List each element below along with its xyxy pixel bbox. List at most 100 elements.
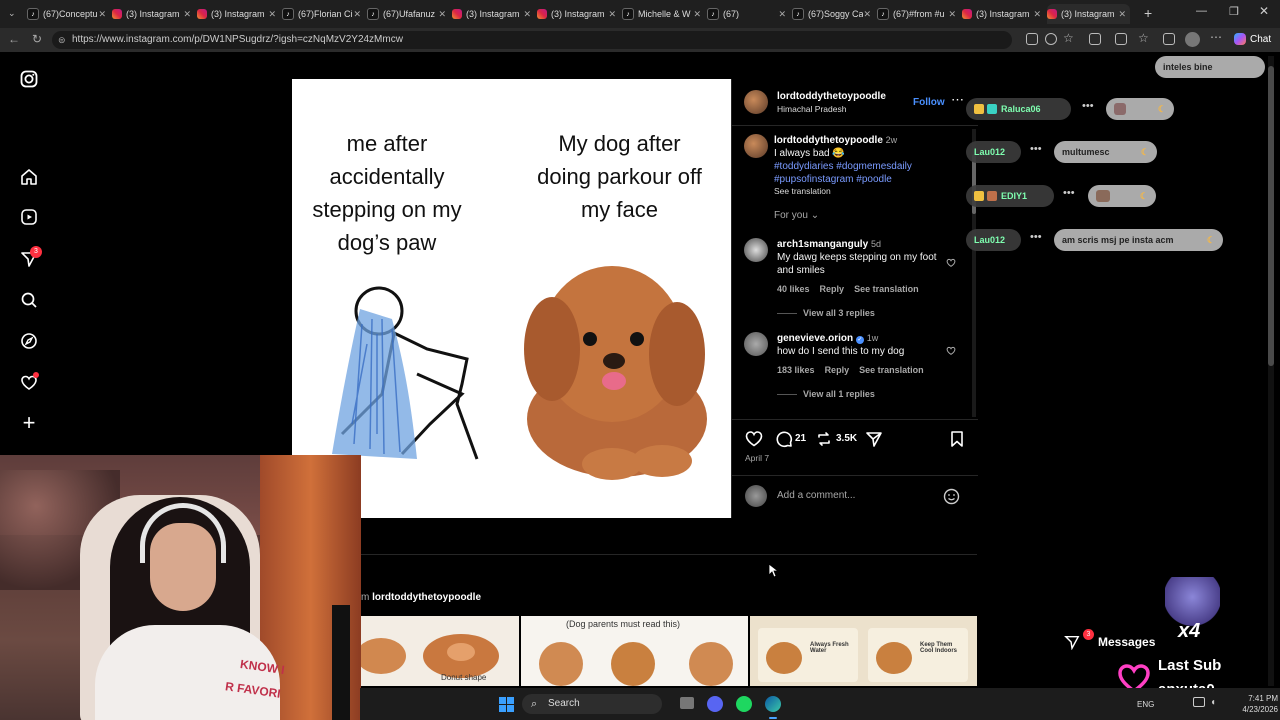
browser-tab[interactable]: ♪ (67) ✕ bbox=[707, 4, 790, 24]
repost-icon[interactable] bbox=[815, 430, 833, 448]
caption-hashtags[interactable]: #toddydiaries #dogmemesdaily #pupsofinst… bbox=[774, 160, 954, 186]
comment-like-heart-icon[interactable] bbox=[946, 346, 956, 356]
commenter-avatar[interactable] bbox=[744, 332, 768, 356]
close-tab-icon[interactable]: ✕ bbox=[948, 9, 960, 20]
profile-avatar[interactable] bbox=[1185, 32, 1200, 47]
language-indicator[interactable]: ENG bbox=[1137, 700, 1154, 709]
close-tab-icon[interactable]: ✕ bbox=[1118, 9, 1130, 20]
taskbar-search[interactable]: ⌕ Search bbox=[522, 694, 662, 714]
instagram-logo-icon[interactable] bbox=[19, 69, 39, 89]
close-tab-icon[interactable]: ✕ bbox=[863, 9, 875, 20]
browser-tab[interactable]: (3) Instagram ✕ bbox=[197, 4, 280, 24]
new-tab-button[interactable]: + bbox=[1144, 5, 1152, 21]
copilot-chat-button[interactable]: Chat bbox=[1234, 33, 1271, 45]
reels-icon[interactable] bbox=[19, 207, 39, 227]
comment-see-translation[interactable]: See translation bbox=[854, 284, 919, 294]
like-heart-icon[interactable] bbox=[745, 430, 763, 448]
browser-tab[interactable]: ♪ (67)Ufafanuz ✕ bbox=[367, 4, 450, 24]
zoom-icon[interactable] bbox=[1045, 33, 1057, 45]
clock-date[interactable]: 4/23/2026 bbox=[1224, 705, 1278, 714]
page-scrollbar-thumb[interactable] bbox=[1268, 66, 1274, 366]
comment-username[interactable]: arch1smanganguly bbox=[777, 239, 868, 250]
related-post-thumbnail[interactable]: (Dog parents must read this) bbox=[521, 616, 748, 686]
post-options-icon[interactable]: ⋯ bbox=[951, 92, 964, 108]
author-location[interactable]: Himachal Pradesh bbox=[777, 104, 846, 114]
browser-tab[interactable]: (3) Instagram ✕ bbox=[112, 4, 195, 24]
split-screen-icon[interactable] bbox=[1115, 33, 1127, 45]
volume-icon[interactable]: ◖ bbox=[1210, 697, 1216, 708]
reload-button[interactable]: ↻ bbox=[29, 32, 45, 46]
emoji-smile-icon[interactable] bbox=[943, 488, 960, 505]
close-tab-icon[interactable]: ✕ bbox=[693, 9, 705, 20]
comment-like-heart-icon[interactable] bbox=[946, 258, 956, 268]
comment-reply[interactable]: Reply bbox=[825, 365, 850, 375]
direct-messages-icon[interactable]: 3 bbox=[19, 246, 42, 269]
windows-start-icon[interactable] bbox=[499, 697, 514, 712]
view-replies[interactable]: View all 3 replies bbox=[777, 308, 875, 318]
related-post-thumbnail[interactable]: Donut shape bbox=[361, 616, 519, 686]
browser-tab[interactable]: (3) Instagram ✕ bbox=[537, 4, 620, 24]
discord-icon[interactable] bbox=[707, 696, 723, 712]
browser-tab[interactable]: ♪ (67)Florian Ci ✕ bbox=[282, 4, 365, 24]
view-replies[interactable]: View all 1 replies bbox=[777, 389, 875, 399]
comments-scrollbar[interactable] bbox=[972, 129, 976, 417]
more-posts-author[interactable]: lordtoddythetoypoodle bbox=[372, 592, 481, 603]
notifications-heart-icon[interactable] bbox=[19, 372, 39, 393]
save-bookmark-icon[interactable] bbox=[949, 430, 965, 448]
close-tab-icon[interactable]: ✕ bbox=[353, 9, 365, 20]
add-comment-input[interactable]: Add a comment... bbox=[777, 490, 855, 501]
comment-likes[interactable]: 40 likes bbox=[777, 284, 810, 294]
app-available-icon[interactable] bbox=[1026, 33, 1038, 45]
page-scrollbar[interactable] bbox=[1268, 56, 1274, 686]
site-info-icon[interactable]: ⊜ bbox=[58, 31, 66, 49]
browser-tab[interactable]: ♪ (67)Conceptu ✕ bbox=[27, 4, 110, 24]
explore-icon[interactable] bbox=[19, 331, 39, 351]
post-image[interactable]: me after accidentally stepping on my dog… bbox=[292, 79, 731, 518]
close-tab-icon[interactable]: ✕ bbox=[523, 9, 535, 20]
browser-tab[interactable]: (3) Instagram ✕ bbox=[452, 4, 535, 24]
close-tab-icon[interactable]: ✕ bbox=[608, 9, 620, 20]
file-explorer-icon[interactable] bbox=[680, 697, 694, 709]
close-tab-icon[interactable]: ✕ bbox=[268, 9, 280, 20]
browser-tab[interactable]: ♪ (67)Soggy Ca ✕ bbox=[792, 4, 875, 24]
browser-tab[interactable]: ♪ (67)#from #u ✕ bbox=[877, 4, 960, 24]
share-send-icon[interactable] bbox=[865, 430, 883, 448]
favorites-icon[interactable]: ☆ bbox=[1138, 31, 1149, 45]
author-username[interactable]: lordtoddythetoypoodle bbox=[777, 91, 886, 102]
spotify-icon[interactable] bbox=[736, 696, 752, 712]
more-menu-icon[interactable]: ⋯ bbox=[1210, 30, 1222, 44]
tab-actions-icon[interactable]: ⌄ bbox=[8, 8, 16, 19]
close-tab-icon[interactable]: ✕ bbox=[438, 9, 450, 20]
comment-icon[interactable] bbox=[775, 430, 793, 448]
create-plus-icon[interactable]: + bbox=[19, 410, 39, 435]
favorite-star-icon[interactable]: ☆ bbox=[1063, 31, 1074, 45]
close-tab-icon[interactable]: ✕ bbox=[98, 9, 110, 20]
related-post-thumbnail[interactable]: Always Fresh Water Keep Them Cool Indoor… bbox=[750, 616, 977, 686]
author-avatar[interactable] bbox=[744, 90, 768, 114]
comment-username[interactable]: genevieve.orion bbox=[777, 333, 853, 344]
browser-tab[interactable]: ♪ Michelle & W ✕ bbox=[622, 4, 705, 24]
comment-likes[interactable]: 183 likes bbox=[777, 365, 815, 375]
close-window-button[interactable]: ✕ bbox=[1259, 4, 1269, 18]
home-icon[interactable] bbox=[19, 167, 39, 187]
back-button[interactable]: ← bbox=[6, 32, 22, 46]
commenter-avatar[interactable] bbox=[744, 238, 768, 262]
minimize-button[interactable]: — bbox=[1196, 5, 1207, 17]
caption-author[interactable]: lordtoddythetoypoodle bbox=[774, 135, 883, 146]
clock-time[interactable]: 7:41 PM bbox=[1238, 694, 1278, 703]
messages-button[interactable]: 3 Messages bbox=[1064, 627, 1164, 657]
close-tab-icon[interactable]: ✕ bbox=[778, 9, 790, 20]
caption-author-avatar[interactable] bbox=[744, 134, 768, 158]
comment-see-translation[interactable]: See translation bbox=[859, 365, 924, 375]
for-you-filter[interactable]: For you ⌄ bbox=[774, 210, 819, 221]
close-tab-icon[interactable]: ✕ bbox=[183, 9, 195, 20]
edge-icon[interactable] bbox=[765, 696, 781, 712]
follow-button[interactable]: Follow bbox=[913, 97, 945, 108]
close-tab-icon[interactable]: ✕ bbox=[1033, 9, 1045, 20]
maximize-button[interactable]: ❐ bbox=[1229, 5, 1239, 18]
extensions-icon[interactable] bbox=[1089, 33, 1101, 45]
caption-see-translation[interactable]: See translation bbox=[774, 186, 954, 196]
search-icon[interactable] bbox=[19, 290, 39, 310]
collections-icon[interactable] bbox=[1163, 33, 1175, 45]
comments-scroll-area[interactable]: lordtoddythetoypoodle 2w I always bad 😂 … bbox=[732, 126, 978, 418]
